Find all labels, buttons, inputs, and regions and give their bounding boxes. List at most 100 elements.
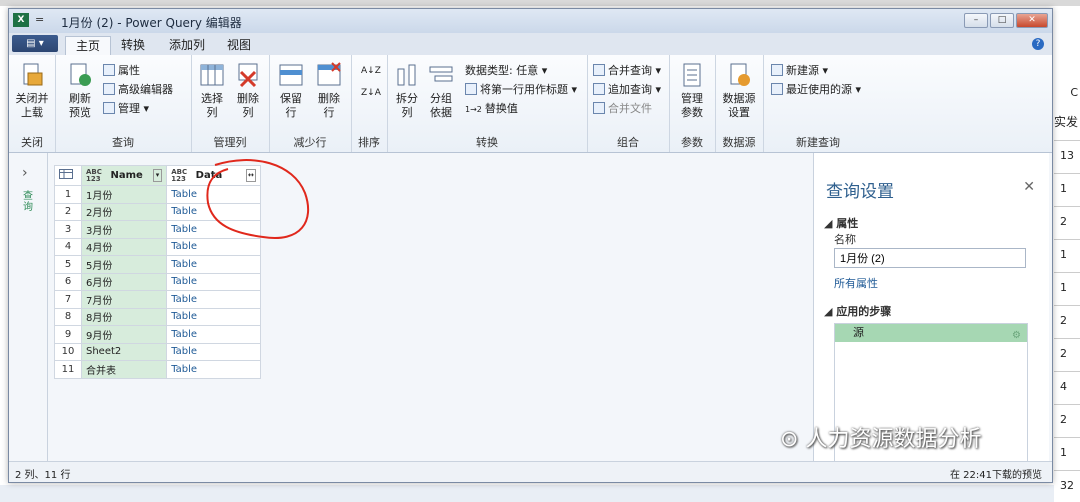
row-number[interactable]: 8 (54, 307, 82, 326)
all-properties-link[interactable]: 所有属性 (834, 275, 878, 291)
cell-name[interactable]: 6月份 (80, 272, 168, 291)
query-settings-pane: 查询设置 ✕ ◢ 属性 名称 所有属性 ◢ 应用的步骤 源⚙ (813, 153, 1049, 465)
remove-columns-button[interactable]: 删除 列 (231, 61, 265, 120)
queries-pane-label[interactable]: 查询 (23, 191, 35, 213)
row-number[interactable]: 3 (54, 220, 82, 239)
cell-name[interactable]: 1月份 (80, 185, 168, 204)
query-name-input[interactable] (834, 248, 1026, 268)
cell-data-table-link[interactable]: Table (166, 290, 261, 309)
split-column-label-2: 列 (401, 106, 413, 119)
data-type-dropdown[interactable]: 数据类型: 任意 ▾ (465, 63, 547, 79)
tab-add-column[interactable]: 添加列 (159, 36, 215, 55)
row-number[interactable]: 1 (54, 185, 82, 204)
group-label-query: 查询 (112, 136, 134, 149)
manage-query-button[interactable]: 管理 ▾ (103, 101, 149, 117)
replace-values-button[interactable]: 1→2 替换值 (465, 101, 518, 117)
expand-chevron-icon[interactable]: › (22, 165, 28, 181)
tab-transform[interactable]: 转换 (111, 36, 155, 55)
cell-name[interactable]: 8月份 (80, 307, 168, 326)
remove-columns-label: 删除 (237, 92, 259, 105)
cell-data-table-link[interactable]: Table (166, 307, 261, 326)
row-number[interactable]: 11 (54, 360, 82, 379)
step-source[interactable]: 源 ⚙ (835, 324, 1027, 342)
group-by-label-2: 依据 (430, 106, 452, 119)
tab-view[interactable]: 视图 (217, 36, 261, 55)
table-row[interactable]: 5 5月份 Table (54, 255, 261, 274)
maximize-button[interactable]: □ (990, 13, 1014, 28)
cell-name[interactable]: 9月份 (80, 325, 168, 344)
manage-parameters-button[interactable]: 管理 参数 (673, 61, 711, 120)
cell-name[interactable]: 5月份 (80, 255, 168, 274)
append-icon (593, 83, 605, 95)
cell-name[interactable]: 2月份 (80, 202, 168, 221)
advanced-editor-button[interactable]: 高级编辑器 (103, 82, 173, 98)
remove-rows-button[interactable]: 删除 行 (311, 61, 347, 120)
sort-ascending-button[interactable]: A↓Z (361, 63, 381, 79)
properties-section-header[interactable]: ◢ 属性 (824, 215, 858, 231)
row-number[interactable]: 7 (54, 290, 82, 309)
combine-files-button[interactable]: 合并文件 (593, 101, 652, 117)
properties-button[interactable]: 属性 (103, 63, 140, 79)
help-icon[interactable]: ? (1032, 38, 1044, 50)
group-reduce-rows: 保留 行 删除 行 减少行 (269, 55, 352, 152)
cell-data-table-link[interactable]: Table (166, 342, 261, 361)
column-header-name[interactable]: ABC 123 Name ▾ (80, 165, 168, 186)
cell-data-table-link[interactable]: Table (166, 360, 261, 379)
row-number[interactable]: 9 (54, 325, 82, 344)
row-number[interactable]: 6 (54, 272, 82, 291)
cell-data-table-link[interactable]: Table (166, 255, 261, 274)
row-number[interactable]: 4 (54, 237, 82, 256)
window-title: 1月份 (2) - Power Query 编辑器 (61, 16, 242, 30)
new-source-button[interactable]: 新建源 ▾ (771, 63, 828, 79)
bg-cell: 1 (1054, 272, 1080, 304)
cell-name[interactable]: 合并表 (80, 360, 168, 379)
row-number[interactable]: 2 (54, 202, 82, 221)
recent-sources-button[interactable]: 最近使用的源 ▾ (771, 82, 861, 98)
cell-name[interactable]: Sheet2 (80, 342, 168, 361)
file-menu-button[interactable]: ▤ ▾ (12, 35, 58, 52)
cell-data-table-link[interactable]: Table (166, 272, 261, 291)
use-first-row-button[interactable]: 将第一行用作标题 ▾ (465, 82, 577, 98)
cell-name[interactable]: 4月份 (80, 237, 168, 256)
merge-queries-button[interactable]: 合并查询 ▾ (593, 63, 661, 79)
tab-home[interactable]: 主页 (65, 36, 112, 56)
refresh-preview-button[interactable]: 刷新 预览 (63, 61, 97, 120)
column-type-icon[interactable]: ABC 123 (171, 168, 191, 183)
group-by-button[interactable]: 分组 依据 (425, 61, 457, 120)
applied-steps-section-header[interactable]: ◢ 应用的步骤 (824, 303, 891, 319)
column-type-icon[interactable]: ABC 123 (86, 168, 106, 183)
queries-pane-collapsed: › 查询 (9, 153, 48, 463)
data-source-settings-button[interactable]: 数据源 设置 (719, 61, 759, 120)
cell-data-table-link[interactable]: Table (166, 325, 261, 344)
data-source-icon (725, 61, 753, 89)
table-row[interactable]: 8 8月份 Table (54, 307, 261, 326)
close-pane-icon[interactable]: ✕ (1023, 179, 1035, 195)
minimize-button[interactable]: – (964, 13, 988, 28)
table-row[interactable]: 9 9月份 Table (54, 325, 261, 344)
query-settings-title: 查询设置 (826, 182, 894, 202)
gear-icon[interactable]: ⚙ (1012, 327, 1021, 345)
title-bar: X = 1月份 (2) - Power Query 编辑器 – □ ✕ (9, 9, 1052, 33)
table-row[interactable]: 10 Sheet2 Table (54, 342, 261, 361)
cell-name[interactable]: 3月份 (80, 220, 168, 239)
table-menu-icon[interactable] (54, 165, 82, 186)
sort-descending-button[interactable]: Z↓A (361, 85, 381, 101)
bg-cell: 13 (1054, 140, 1080, 172)
filter-dropdown-icon[interactable]: ▾ (152, 169, 163, 182)
quick-access-toolbar[interactable]: = (35, 13, 44, 26)
table-row[interactable]: 7 7月份 Table (54, 290, 261, 309)
table-row[interactable]: 6 6月份 Table (54, 272, 261, 291)
keep-rows-button[interactable]: 保留 行 (273, 61, 309, 120)
properties-label: 属性 (118, 64, 140, 77)
table-row[interactable]: 11 合并表 Table (54, 360, 261, 379)
ribbon-tabs: ▤ ▾ 主页 转换 添加列 视图 ? (9, 33, 1052, 56)
choose-columns-button[interactable]: 选择 列 (195, 61, 229, 120)
group-label-transform: 转换 (476, 136, 498, 149)
row-number[interactable]: 10 (54, 342, 82, 361)
close-and-load-button[interactable]: 关闭并 上载 (13, 61, 51, 120)
split-column-button[interactable]: 拆分 列 (391, 61, 423, 120)
row-number[interactable]: 5 (54, 255, 82, 274)
append-queries-button[interactable]: 追加查询 ▾ (593, 82, 661, 98)
cell-name[interactable]: 7月份 (80, 290, 168, 309)
close-window-button[interactable]: ✕ (1016, 13, 1048, 28)
